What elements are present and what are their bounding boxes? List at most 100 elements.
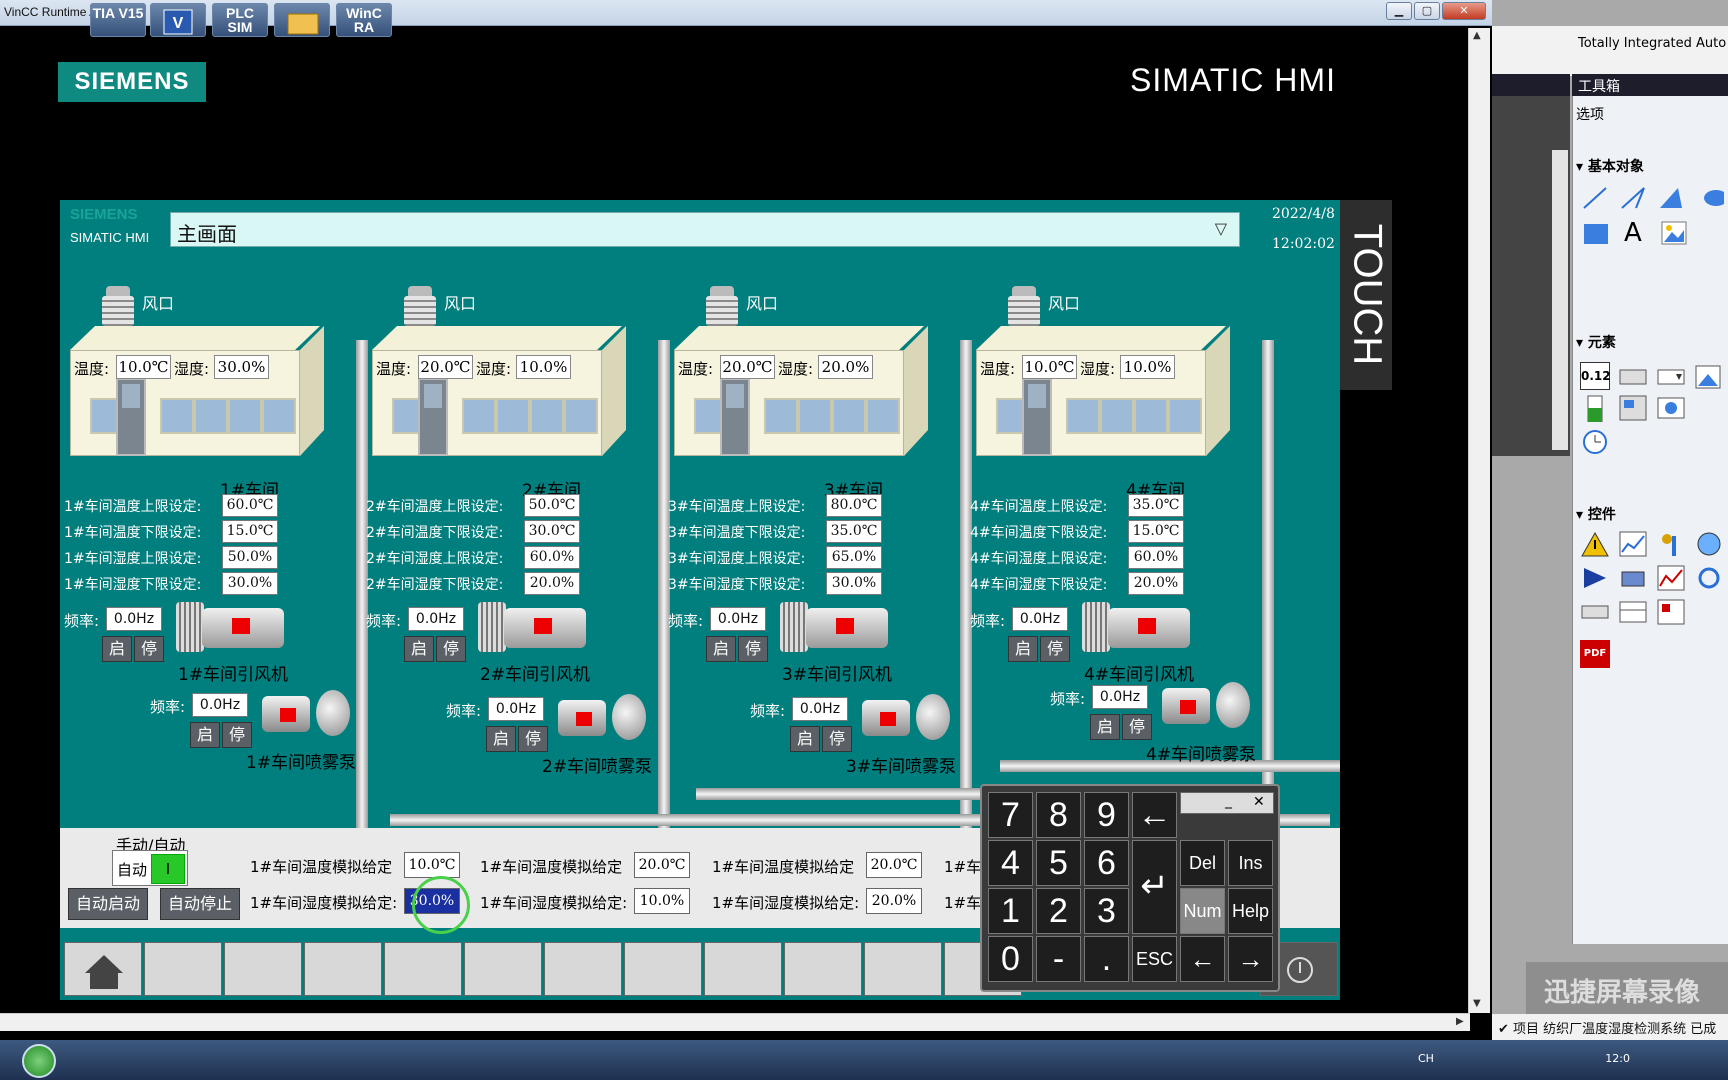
limit-input[interactable]: 65.0% [826, 546, 882, 569]
clock-tool-icon[interactable] [1580, 428, 1610, 456]
pump-stop-button[interactable]: 停 [822, 726, 852, 752]
sim-temp-input[interactable]: 20.0℃ [866, 852, 922, 878]
auto-start-button[interactable]: 自动启动 [68, 888, 148, 920]
key-2[interactable]: 9 [1084, 792, 1129, 838]
nav-button[interactable] [304, 942, 382, 996]
line-tool-icon[interactable] [1580, 184, 1610, 212]
limit-input[interactable]: 30.0℃ [524, 520, 580, 543]
fan-start-button[interactable]: 启 [706, 636, 736, 662]
screen-selector[interactable]: 主画面 ▽ [170, 212, 1240, 247]
graphic-io-icon[interactable] [1694, 362, 1724, 390]
mode-switch[interactable]: 自动 I [112, 850, 188, 886]
pump-stop-button[interactable]: 停 [222, 722, 252, 748]
sysdiag-icon[interactable] [1656, 598, 1686, 626]
limit-input[interactable]: 20.0% [524, 572, 580, 595]
rectangle-tool-icon[interactable] [1580, 220, 1610, 248]
limit-input[interactable]: 50.0℃ [524, 494, 580, 517]
pump-start-button[interactable]: 启 [486, 726, 516, 752]
ins-key[interactable]: Ins [1228, 840, 1273, 886]
key-9[interactable]: 3 [1084, 888, 1129, 934]
key-4[interactable]: 4 [988, 840, 1033, 886]
taskbar-visio[interactable]: V [150, 3, 206, 37]
alarm-view-icon[interactable] [1580, 530, 1610, 558]
pump-stop-button[interactable]: 停 [1122, 714, 1152, 740]
del-key[interactable]: Del [1180, 840, 1225, 886]
limit-input[interactable]: 35.0℃ [1128, 494, 1184, 517]
button-tool-icon[interactable] [1618, 362, 1648, 390]
fan-stop-button[interactable]: 停 [436, 636, 466, 662]
key-1[interactable]: 8 [1036, 792, 1081, 838]
diagnostics-icon[interactable] [1694, 564, 1724, 592]
pump-stop-button[interactable]: 停 [518, 726, 548, 752]
sm-table-icon[interactable] [1618, 598, 1648, 626]
start-button[interactable] [22, 1044, 56, 1078]
scroll-down-icon[interactable]: ▼ [1473, 998, 1481, 1009]
ellipse-tool-icon[interactable] [1694, 184, 1724, 212]
nav-button[interactable] [384, 942, 462, 996]
limit-input[interactable]: 15.0℃ [222, 520, 278, 543]
taskbar-wincc-ra[interactable]: WinC RA [336, 3, 392, 37]
key-5[interactable]: 5 [1036, 840, 1081, 886]
pump-start-button[interactable]: 启 [790, 726, 820, 752]
key-13[interactable]: ESC [1132, 936, 1177, 982]
pdf-view-icon[interactable]: PDF [1580, 640, 1610, 668]
auto-stop-button[interactable]: 自动停止 [160, 888, 240, 920]
keypad-minimize-icon[interactable]: _ [1225, 793, 1232, 809]
vertical-scrollbar[interactable]: ▲ ▼ [1468, 28, 1490, 1013]
fan-stop-button[interactable]: 停 [738, 636, 768, 662]
nav-button[interactable] [464, 942, 542, 996]
key-8[interactable]: 2 [1036, 888, 1081, 934]
section-basic-objects[interactable]: ▾ 基本对象 [1576, 156, 1644, 176]
fan-stop-button[interactable]: 停 [1040, 636, 1070, 662]
limit-input[interactable]: 80.0℃ [826, 494, 882, 517]
chevron-down-icon[interactable]: ▽ [1215, 219, 1227, 238]
sim-temp-input[interactable]: 20.0℃ [634, 852, 690, 878]
limit-input[interactable]: 15.0℃ [1128, 520, 1184, 543]
key-10[interactable]: 0 [988, 936, 1033, 982]
polygon-tool-icon[interactable] [1656, 184, 1686, 212]
preview-scrollbar[interactable] [1552, 150, 1568, 450]
close-button[interactable]: ✕ [1442, 2, 1486, 20]
key-11[interactable]: - [1036, 936, 1081, 982]
key-0[interactable]: 7 [988, 792, 1033, 838]
limit-input[interactable]: 60.0% [1128, 546, 1184, 569]
scroll-right-icon[interactable]: ▶ [1456, 1016, 1464, 1027]
bar-tool-icon[interactable] [1580, 394, 1610, 422]
graphic-view-icon[interactable] [1660, 220, 1690, 248]
minimize-button[interactable]: ▁ [1386, 2, 1412, 20]
nav-button[interactable] [224, 942, 302, 996]
nav-button[interactable] [864, 942, 942, 996]
help-key[interactable]: Help [1228, 888, 1273, 934]
limit-input[interactable]: 60.0℃ [222, 494, 278, 517]
pump-start-button[interactable]: 启 [190, 722, 220, 748]
fan-start-button[interactable]: 启 [1008, 636, 1038, 662]
scroll-up-icon[interactable]: ▲ [1473, 30, 1481, 41]
polyline-tool-icon[interactable] [1618, 184, 1648, 212]
symbol-library-icon[interactable] [1656, 394, 1686, 422]
io-field-icon[interactable]: 0.12 [1580, 362, 1611, 390]
symbolic-io-icon[interactable] [1656, 362, 1686, 390]
left-arrow-key[interactable]: ← [1180, 936, 1225, 982]
right-arrow-key[interactable]: → [1228, 936, 1273, 982]
taskbar-tia-v15[interactable]: TIA V15 [90, 3, 146, 37]
switch-tool-icon[interactable] [1618, 394, 1648, 422]
nav-button[interactable] [624, 942, 702, 996]
taskbar-plcsim[interactable]: PLC SIM [212, 3, 268, 37]
key-12[interactable]: . [1084, 936, 1129, 982]
maximize-button[interactable]: ▢ [1414, 2, 1440, 20]
nav-button[interactable] [784, 942, 862, 996]
enter-key[interactable]: ↵ [1132, 840, 1177, 934]
horizontal-scrollbar[interactable]: ▶ [0, 1013, 1470, 1031]
sim-hum-input[interactable]: 20.0% [866, 888, 922, 914]
taskbar-explorer[interactable] [274, 3, 330, 37]
text-tool-icon[interactable]: A [1624, 218, 1654, 248]
nav-button[interactable] [144, 942, 222, 996]
nav-button[interactable] [544, 942, 622, 996]
fan-start-button[interactable]: 启 [404, 636, 434, 662]
limit-input[interactable]: 30.0% [826, 572, 882, 595]
limit-input[interactable]: 30.0% [222, 572, 278, 595]
fan-stop-button[interactable]: 停 [134, 636, 164, 662]
status-force-icon[interactable] [1580, 598, 1610, 626]
sim-hum-input[interactable]: 10.0% [634, 888, 690, 914]
limit-input[interactable]: 20.0% [1128, 572, 1184, 595]
